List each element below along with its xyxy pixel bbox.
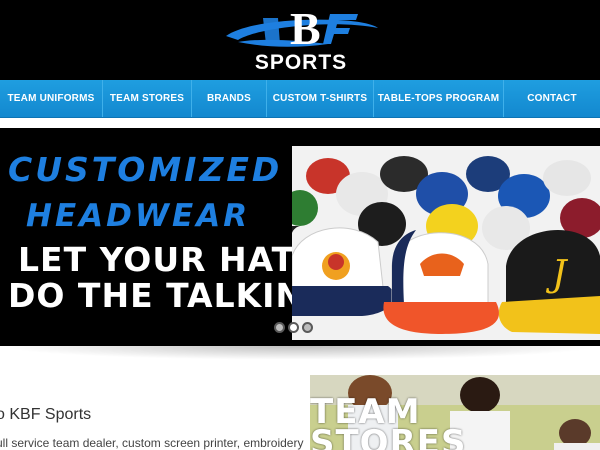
nav-item-team-stores[interactable]: TEAM STORES xyxy=(103,80,192,117)
kbf-swoosh-icon: B xyxy=(226,4,378,54)
slide-dot-2[interactable] xyxy=(288,322,299,333)
hero-tagline-line1: LET YOUR HAT xyxy=(18,240,296,279)
promo-title: TEAM STORES xyxy=(310,395,467,450)
site-header: B SPORTS xyxy=(0,0,600,80)
logo-wordmark: SPORTS xyxy=(254,51,348,74)
slide-dot-3[interactable] xyxy=(302,322,313,333)
nav-item-contact[interactable]: CONTACT xyxy=(504,80,600,117)
main-navigation: TEAM UNIFORMS TEAM STORES BRANDS CUSTOM … xyxy=(0,80,600,118)
intro-text: ull service team dealer, custom screen p… xyxy=(0,436,304,450)
caps-photo: J xyxy=(292,146,600,340)
slider-pagination xyxy=(274,322,313,333)
logo-letter-b: B xyxy=(290,4,321,54)
promo-title-line2: STORES xyxy=(310,422,467,450)
spacer xyxy=(0,118,600,128)
team-stores-promo[interactable]: TEAM STORES xyxy=(310,375,600,450)
nav-item-brands[interactable]: BRANDS xyxy=(192,80,267,117)
hero-headline-headwear: HEADWEAR xyxy=(26,198,251,234)
hero-tagline-line2: DO THE TALKING xyxy=(8,276,333,315)
nav-item-team-uniforms[interactable]: TEAM UNIFORMS xyxy=(0,80,103,117)
kbf-sports-logo[interactable]: B SPORTS xyxy=(218,4,384,74)
nav-item-custom-t-shirts[interactable]: CUSTOM T-SHIRTS xyxy=(267,80,374,117)
hero-headline-customized: CUSTOMIZED xyxy=(8,150,283,189)
hero-slider[interactable]: CUSTOMIZED HEADWEAR LET YOUR HAT DO THE … xyxy=(0,128,600,346)
slide-dot-1[interactable] xyxy=(274,322,285,333)
welcome-heading: o KBF Sports xyxy=(0,406,92,423)
hero-shadow xyxy=(0,346,600,360)
nav-item-table-tops-program[interactable]: TABLE-TOPS PROGRAM xyxy=(374,80,504,117)
